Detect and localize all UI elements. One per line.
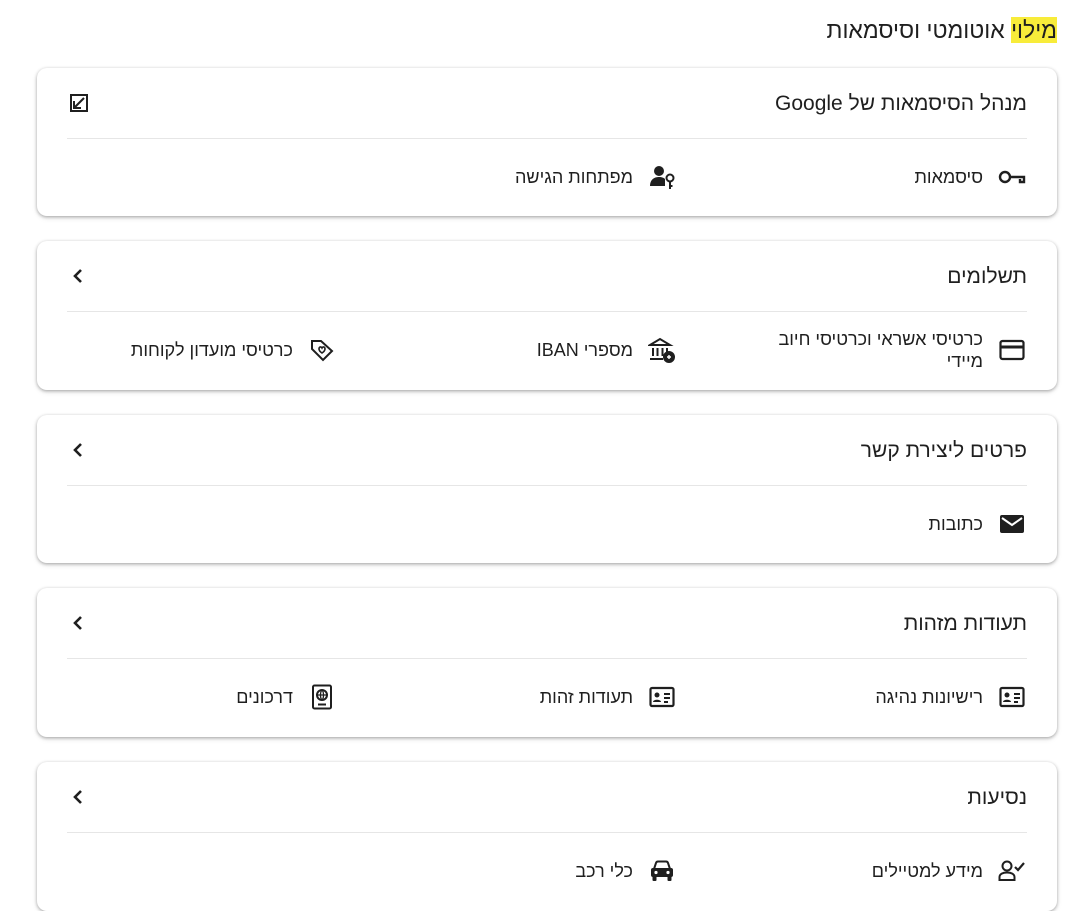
item-label: כתובות — [928, 514, 983, 534]
open-in-new-icon[interactable] — [67, 91, 91, 115]
bank-icon — [647, 335, 677, 365]
title-rest: אוטומטי וסיסמאות — [826, 17, 1012, 43]
id-card-icon — [647, 682, 677, 712]
title-highlight: מילוי — [1011, 17, 1057, 43]
contact-header[interactable]: פרטים ליצירת קשר — [67, 415, 1027, 486]
mail-icon — [997, 509, 1027, 539]
drivers-licenses-item[interactable]: רישיונות נהיגה — [702, 659, 1027, 735]
item-label: מספרי IBAN — [536, 340, 633, 360]
passports-item[interactable]: דרכונים — [37, 659, 337, 735]
item-label: תעודות זהות — [539, 687, 633, 707]
autofill-settings-page: מילוי אוטומטי וסיסמאות מנהל הסיסמאות של … — [0, 0, 1083, 911]
addresses-item[interactable]: כתובות — [702, 486, 1027, 562]
card-title: מנהל הסיסמאות של Google — [775, 92, 1027, 115]
travel-header[interactable]: נסיעות — [67, 762, 1027, 833]
chevron-icon[interactable] — [67, 438, 91, 462]
chevron-icon[interactable] — [67, 611, 91, 635]
page-title: מילוי אוטומטי וסיסמאות — [827, 14, 1057, 46]
password-manager-header[interactable]: מנהל הסיסמאות של Google — [67, 68, 1027, 139]
contact-card: פרטים ליצירת קשר כתובות — [37, 415, 1057, 563]
item-label: רישיונות נהיגה — [875, 687, 983, 707]
chevron-icon[interactable] — [67, 785, 91, 809]
national-ids-item[interactable]: תעודות זהות — [352, 659, 677, 735]
travel-card: נסיעות מידע למטיילים כלי רכב — [37, 762, 1057, 911]
loyalty-cards-item[interactable]: כרטיסי מועדון לקוחות — [37, 312, 337, 388]
credit-cards-item[interactable]: כרטיסי אשראי וכרטיסי חיוב מיידי — [702, 312, 1027, 388]
password-manager-card: מנהל הסיסמאות של Google סיסמאות מפתחות ה… — [37, 68, 1057, 216]
card-title: פרטים ליצירת קשר — [860, 439, 1027, 462]
item-label: דרכונים — [236, 687, 293, 707]
passwords-item[interactable]: סיסמאות — [702, 139, 1027, 215]
id-card-icon — [997, 682, 1027, 712]
item-label: מפתחות הגישה — [515, 167, 633, 187]
person-check-icon — [997, 856, 1027, 886]
passkeys-item[interactable]: מפתחות הגישה — [352, 139, 677, 215]
car-icon — [647, 856, 677, 886]
iban-item[interactable]: מספרי IBAN — [352, 312, 677, 388]
item-label: כרטיסי מועדון לקוחות — [130, 340, 293, 360]
card-title: תעודות מזהות — [903, 612, 1027, 635]
ids-card: תעודות מזהות רישיונות נהיגה תעודות זהות … — [37, 588, 1057, 737]
traveler-info-item[interactable]: מידע למטיילים — [702, 833, 1027, 909]
payments-card: תשלומים כרטיסי אשראי וכרטיסי חיוב מיידי — [37, 241, 1057, 390]
card-title: נסיעות — [967, 786, 1027, 809]
item-label: סיסמאות — [914, 167, 983, 187]
passport-icon — [307, 682, 337, 712]
ids-header[interactable]: תעודות מזהות — [67, 588, 1027, 659]
item-label: מידע למטיילים — [871, 861, 983, 881]
vehicles-item[interactable]: כלי רכב — [352, 833, 677, 909]
loyalty-tag-icon — [307, 335, 337, 365]
key-icon — [997, 162, 1027, 192]
item-label: כרטיסי אשראי וכרטיסי חיוב מיידי — [778, 329, 983, 371]
card-title: תשלומים — [947, 265, 1027, 288]
credit-card-icon — [997, 335, 1027, 365]
chevron-icon[interactable] — [67, 264, 91, 288]
item-label: כלי רכב — [575, 861, 633, 881]
payments-header[interactable]: תשלומים — [67, 241, 1027, 312]
person-key-icon — [647, 162, 677, 192]
